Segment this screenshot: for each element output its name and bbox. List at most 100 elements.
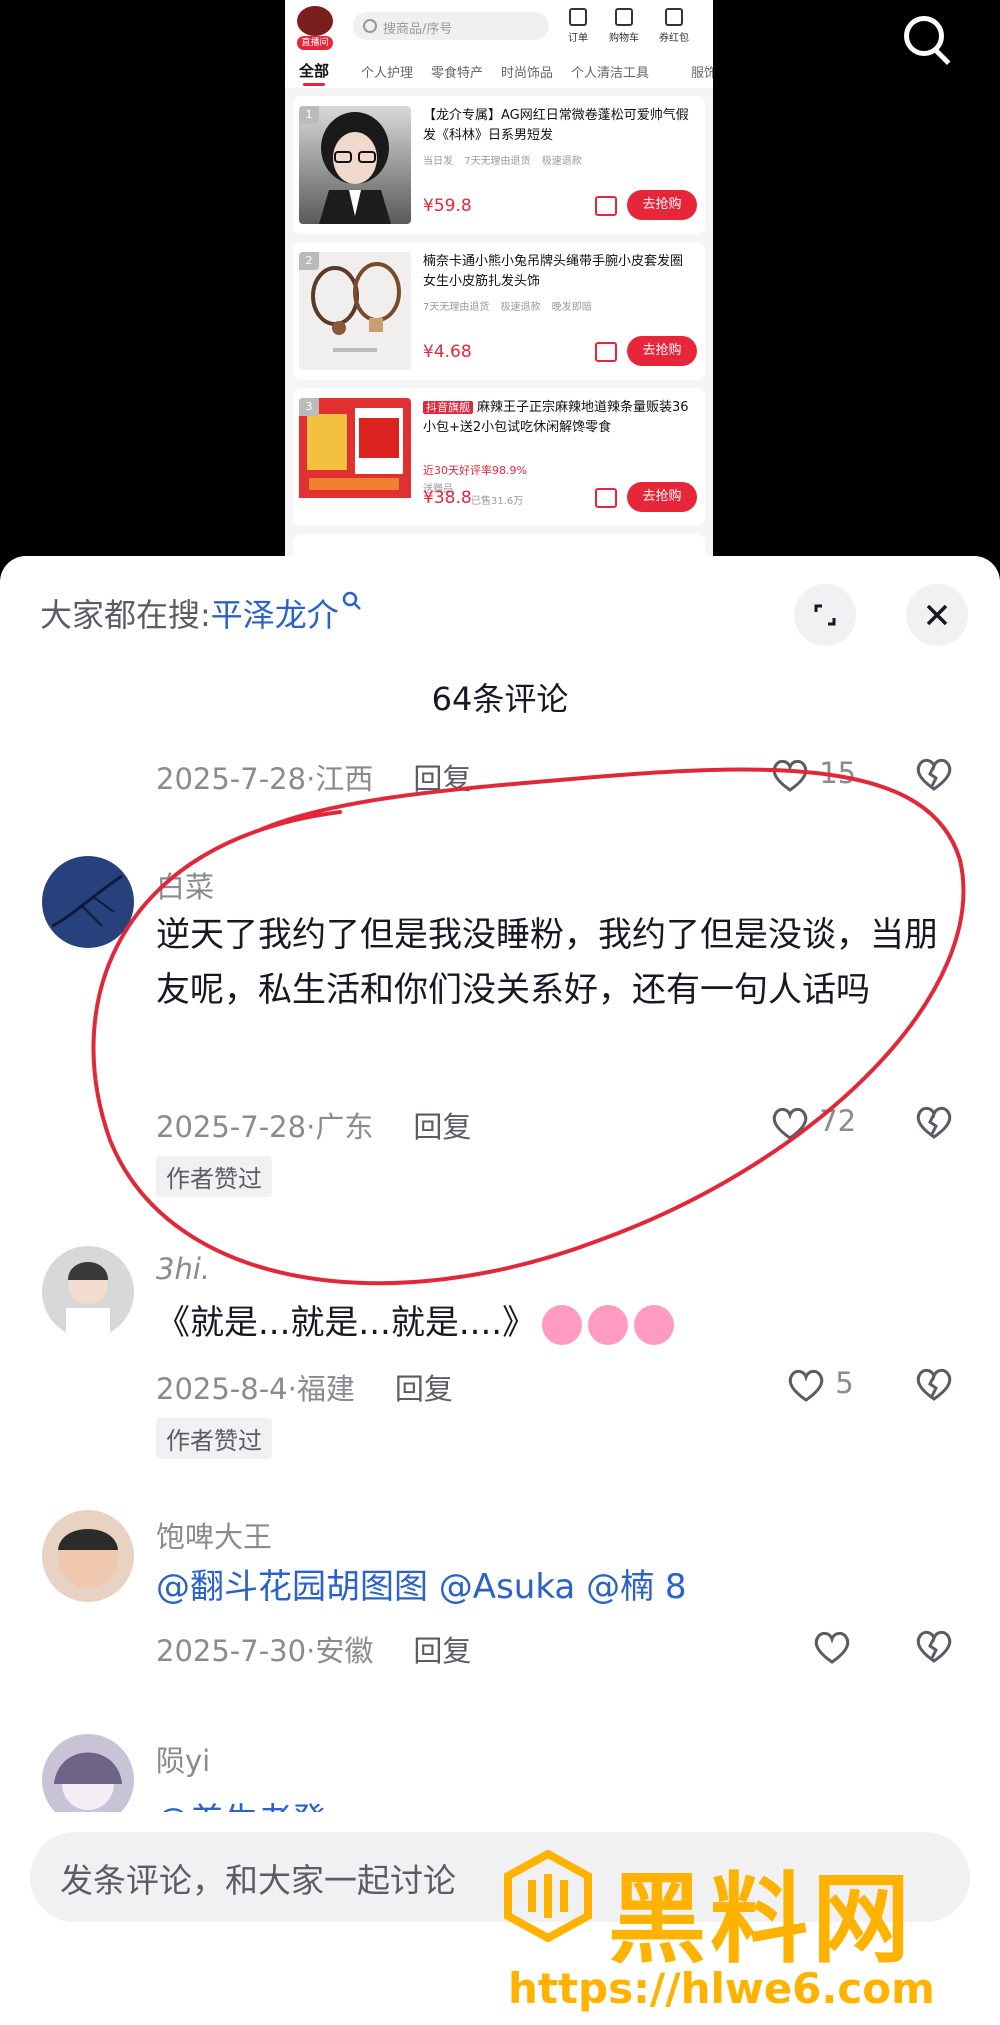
shop-logo-tag: 直播间: [297, 36, 333, 50]
product-rank: 3: [299, 398, 319, 416]
product-tag: 极速退款: [500, 302, 541, 313]
dislike-icon[interactable]: [914, 1366, 954, 1402]
orders-button[interactable]: 订单: [561, 8, 595, 44]
dislike-icon[interactable]: [914, 756, 954, 792]
product-title: 【龙介专属】AG网红日常微卷蓬松可爱帅气假发《科林》日系男短发: [423, 108, 689, 143]
tab-snacks[interactable]: 零食特产: [431, 62, 483, 81]
like-button[interactable]: 72: [770, 1104, 856, 1141]
reply-button[interactable]: 回复: [413, 762, 471, 796]
product-sold-count: 已售31.6万: [471, 496, 524, 507]
reply-button[interactable]: 回复: [413, 1634, 471, 1668]
comment-username[interactable]: 3hi.: [156, 1252, 210, 1286]
product-card-partial[interactable]: [293, 534, 705, 556]
comment-username[interactable]: 白菜: [156, 864, 214, 906]
tab-all[interactable]: 全部: [299, 60, 329, 86]
search-icon: [342, 591, 361, 610]
comment-region: 安徽: [315, 1634, 374, 1668]
trending-keyword[interactable]: 平泽龙介: [211, 596, 339, 634]
heart-icon: [814, 1631, 850, 1664]
comment-text-body: 《就是...就是...就是....》: [156, 1303, 537, 1343]
shop-header: 直播间 搜商品/序号 订单 购物车 券红包: [285, 0, 713, 58]
product-price: ¥38.8: [423, 488, 472, 508]
reply-button[interactable]: 回复: [413, 1110, 471, 1144]
comment-text: 逆天了我约了但是我没睡粉，我约了但是没谈，当朋友呢，私生活和你们没关系好，还有一…: [156, 915, 938, 1010]
comment-meta: 2025-7-30·安徽 回复: [156, 1634, 472, 1668]
product-card[interactable]: 1 【龙介专属】AG网红日常微卷蓬松可爱帅气假发《科林》日系男短发 当日发 7天…: [293, 96, 705, 234]
buy-now-button[interactable]: 去抢购: [627, 190, 697, 220]
comment-count: 64条评论: [431, 680, 569, 718]
author-liked-badge: 作者赞过: [156, 1418, 272, 1459]
comment-meta: 2025-8-4·福建 回复: [156, 1372, 453, 1406]
product-rank: 1: [299, 106, 319, 124]
tab-fashion-accessories[interactable]: 时尚饰品: [501, 62, 553, 81]
product-price: ¥4.68: [423, 342, 472, 362]
orders-label: 订单: [568, 33, 588, 44]
buy-now-button[interactable]: 去抢购: [627, 336, 697, 366]
add-to-cart-icon[interactable]: [595, 196, 617, 216]
like-button[interactable]: [812, 1628, 852, 1665]
comment-username[interactable]: 陨yi: [156, 1738, 210, 1780]
comment-region: 福建: [296, 1372, 355, 1406]
expand-button[interactable]: [794, 584, 856, 646]
tab-clothing[interactable]: 服饰: [691, 62, 713, 81]
coupon-label: 券红包: [659, 33, 689, 44]
product-price: ¥59.8: [423, 196, 472, 216]
like-button[interactable]: 15: [770, 756, 856, 793]
comment-date: 2025-7-28: [156, 762, 307, 796]
shop-logo[interactable]: 直播间: [297, 6, 333, 50]
cart-button[interactable]: 购物车: [607, 8, 641, 44]
tab-personal-care[interactable]: 个人护理: [361, 62, 413, 81]
add-to-cart-icon[interactable]: [595, 488, 617, 508]
shop-search-box[interactable]: 搜商品/序号: [353, 12, 549, 40]
expand-icon: [814, 604, 836, 626]
avatar-image: [66, 1262, 110, 1338]
product-card[interactable]: 3 抖音旗舰 麻辣王子正宗麻辣地道辣条量贩装36小包+送2小包试吃休闲解馋零食 近…: [293, 388, 705, 526]
comment-mentions[interactable]: @翻斗花园胡图图 @Asuka @楠 8: [156, 1560, 946, 1615]
product-tag: 当日发: [423, 156, 453, 167]
flagship-badge: 抖音旗舰: [423, 401, 473, 414]
product-tags: 当日发 7天无理由退货 极速退款: [423, 152, 590, 167]
product-rating: 近30天好评率98.9%: [423, 464, 527, 477]
close-button[interactable]: [906, 584, 968, 646]
add-to-cart-icon[interactable]: [595, 342, 617, 362]
coupon-button[interactable]: 券红包: [657, 8, 691, 44]
watermark-url: https://hlwe6.com: [508, 1964, 935, 2013]
product-title: 楠奈卡通小熊小兔吊牌头绳带手腕小皮套发圈女生小皮筋扎发头饰: [423, 254, 684, 289]
comment-date: 2025-7-30: [156, 1634, 307, 1668]
heart-icon: [788, 1369, 824, 1402]
product-tag: 极速退款: [541, 156, 582, 167]
avatar[interactable]: [42, 1246, 134, 1338]
product-card[interactable]: 2 楠奈卡通小熊小兔吊牌头绳带手腕小皮套发圈女生小皮筋扎发头饰 7天无理由退货 …: [293, 242, 705, 380]
dislike-icon[interactable]: [914, 1628, 954, 1664]
shop-search-placeholder: 搜商品/序号: [383, 22, 453, 37]
buy-now-button[interactable]: 去抢购: [627, 482, 697, 512]
category-tabs: 全部 个人护理 零食特产 时尚饰品 个人清洁工具 服饰: [285, 58, 713, 88]
avatar[interactable]: [42, 856, 134, 948]
hug-emoji-icon: [542, 1304, 583, 1345]
product-tag: 7天无理由退货: [423, 302, 490, 313]
comment-meta: 2025-7-28·广东 回复: [156, 1110, 472, 1144]
watermark: 黑料网 https://hlwe6.com: [488, 1840, 988, 2020]
orders-icon: [569, 8, 587, 26]
search-icon-handle: [934, 48, 951, 65]
like-button[interactable]: 5: [786, 1366, 854, 1403]
close-icon: [926, 604, 948, 626]
avatar-image: [58, 1528, 118, 1588]
shop-panel: 直播间 搜商品/序号 订单 购物车 券红包 全部 个人护理 零食特产 时尚饰品 …: [285, 0, 713, 556]
tab-cleaning-tools[interactable]: 个人清洁工具: [571, 62, 649, 81]
comment-region: 广东: [315, 1110, 374, 1144]
avatar[interactable]: [42, 1510, 134, 1602]
like-count: 5: [835, 1366, 854, 1400]
author-liked-badge: 作者赞过: [156, 1156, 272, 1197]
comment-sheet: 大家都在搜:平泽龙介 64条评论 2025-7-28·江西 回复 15 白菜 逆天…: [0, 556, 1000, 2025]
trending-search[interactable]: 大家都在搜:平泽龙介: [40, 590, 363, 636]
like-count: 15: [819, 756, 857, 790]
top-search-button[interactable]: [898, 10, 958, 70]
dislike-icon[interactable]: [914, 1104, 954, 1140]
comment-date: 2025-7-28: [156, 1110, 307, 1144]
shop-logo-image: [297, 6, 333, 36]
coupon-icon: [665, 8, 683, 26]
reply-button[interactable]: 回复: [395, 1372, 453, 1406]
comment-username[interactable]: 饱啤大王: [156, 1514, 272, 1556]
hug-emoji-icon: [634, 1304, 675, 1345]
